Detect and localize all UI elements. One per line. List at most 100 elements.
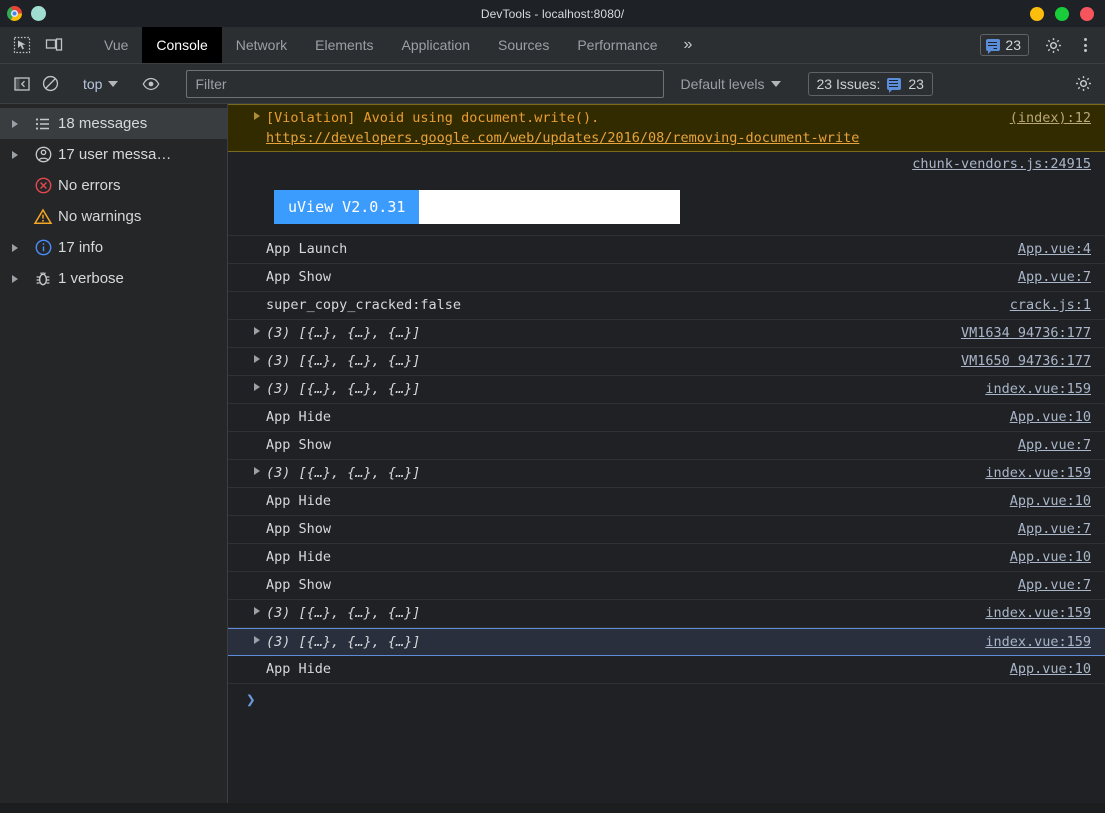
tab-application[interactable]: Application	[387, 27, 484, 63]
tab-label: Elements	[315, 37, 374, 53]
tab-network[interactable]: Network	[222, 27, 301, 63]
disclosure-triangle-icon[interactable]	[228, 351, 266, 363]
disclosure-triangle-icon[interactable]	[228, 463, 266, 475]
disclosure-triangle-icon[interactable]	[228, 632, 266, 644]
warning-message-text: [Violation] Avoid using document.write()…	[266, 108, 1000, 148]
more-tabs-icon[interactable]: »	[672, 27, 705, 63]
disclosure-triangle-icon[interactable]	[2, 274, 28, 283]
window-footer-strip	[0, 803, 1105, 813]
source-link[interactable]: App.vue:7	[1008, 435, 1105, 455]
source-link[interactable]: index.vue:159	[975, 379, 1105, 399]
console-log-row[interactable]: App Hide App.vue:10	[228, 544, 1105, 572]
gear-icon[interactable]	[1039, 31, 1067, 59]
panel-tabs: Vue Console Network Elements Application…	[90, 27, 704, 63]
disclosure-triangle-icon[interactable]	[228, 603, 266, 615]
source-link[interactable]: crack.js:1	[1000, 295, 1105, 315]
device-toolbar-icon[interactable]	[40, 31, 68, 59]
tab-elements[interactable]: Elements	[301, 27, 387, 63]
tab-vue[interactable]: Vue	[90, 27, 142, 63]
maximize-button[interactable]	[1055, 6, 1069, 21]
kebab-menu-icon[interactable]	[1071, 31, 1099, 59]
tab-sources[interactable]: Sources	[484, 27, 563, 63]
source-link[interactable]: App.vue:10	[1000, 547, 1105, 567]
row-indent	[228, 407, 266, 411]
source-link[interactable]: App.vue:10	[1000, 659, 1105, 679]
console-log-row[interactable]: (3) [{…}, {…}, {…}] index.vue:159	[228, 460, 1105, 488]
console-log-row[interactable]: App Show App.vue:7	[228, 516, 1105, 544]
execution-context-selector[interactable]: top	[77, 74, 124, 94]
source-link[interactable]: App.vue:7	[1008, 575, 1105, 595]
source-link[interactable]: VM1634 94736:177	[951, 323, 1105, 343]
issues-summary-badge[interactable]: 23 Issues: 23	[807, 71, 933, 96]
sidebar-item-user-messages[interactable]: 17 user messa…	[0, 139, 227, 170]
source-link[interactable]: (index):12	[1000, 108, 1105, 128]
source-link[interactable]: App.vue:10	[1000, 491, 1105, 511]
console-log-row[interactable]: App Hide App.vue:10	[228, 656, 1105, 684]
source-link[interactable]: index.vue:159	[975, 632, 1105, 652]
log-text: App Hide	[266, 493, 332, 509]
disclosure-triangle-icon[interactable]	[228, 323, 266, 335]
warning-message-link[interactable]: https://developers.google.com/web/update…	[266, 130, 859, 146]
console-log-row[interactable]: (3) [{…}, {…}, {…}] index.vue:159	[228, 600, 1105, 628]
disclosure-triangle-icon[interactable]	[2, 150, 28, 159]
log-text: (3) [{…}, {…}, {…}]	[266, 353, 421, 369]
close-button[interactable]	[1080, 6, 1094, 21]
source-link[interactable]: App.vue:4	[1008, 239, 1105, 259]
source-link[interactable]: App.vue:10	[1000, 407, 1105, 427]
console-log-row[interactable]: App Hide App.vue:10	[228, 404, 1105, 432]
source-link[interactable]: App.vue:7	[1008, 519, 1105, 539]
log-text: App Show	[266, 437, 332, 453]
console-log-row[interactable]: (3) [{…}, {…}, {…}] VM1650 94736:177	[228, 348, 1105, 376]
disclosure-triangle-icon[interactable]	[228, 108, 266, 120]
log-levels-selector[interactable]: Default levels	[680, 76, 781, 92]
log-text: App Show	[266, 269, 332, 285]
console-log-row[interactable]: App Show App.vue:7	[228, 572, 1105, 600]
console-prompt[interactable]: ❯	[228, 684, 1105, 714]
row-indent	[228, 267, 266, 271]
sidebar-item-label: 17 info	[58, 239, 104, 256]
tab-console[interactable]: Console	[142, 27, 222, 63]
window-title: DevTools - localhost:8080/	[480, 6, 625, 21]
clear-console-icon[interactable]	[36, 70, 64, 98]
console-warning-message[interactable]: [Violation] Avoid using document.write()…	[228, 104, 1105, 152]
sidebar-item-label: 18 messages	[58, 115, 148, 132]
inspect-element-icon[interactable]	[8, 31, 36, 59]
more-tabs-label: »	[683, 36, 693, 53]
console-toolbar: top Default levels 23 Issues: 23	[0, 64, 1105, 104]
console-log-row[interactable]: App Show App.vue:7	[228, 432, 1105, 460]
disclosure-triangle-icon[interactable]	[2, 119, 28, 128]
console-log-row-selected[interactable]: (3) [{…}, {…}, {…}] index.vue:159	[228, 628, 1105, 656]
source-link[interactable]: App.vue:7	[1008, 267, 1105, 287]
disclosure-triangle-icon[interactable]	[2, 243, 28, 252]
issues-badge[interactable]: 23	[980, 34, 1029, 56]
sidebar-item-errors[interactable]: No errors	[0, 170, 227, 201]
source-link[interactable]: index.vue:159	[975, 603, 1105, 623]
sidebar-item-info[interactable]: 17 info	[0, 232, 227, 263]
console-uview-message[interactable]: chunk-vendors.js:24915 uView V2.0.31	[228, 152, 1105, 236]
sidebar-item-verbose[interactable]: 1 verbose	[0, 263, 227, 294]
uview-badge-label: uView V2.0.31	[274, 190, 420, 224]
source-link[interactable]: index.vue:159	[975, 463, 1105, 483]
bug-verbose-icon	[28, 269, 58, 288]
console-log-row[interactable]: App Launch App.vue:4	[228, 236, 1105, 264]
gear-icon[interactable]	[1069, 70, 1097, 98]
minimize-button[interactable]	[1030, 6, 1044, 21]
console-sidebar-toggle-icon[interactable]	[8, 70, 36, 98]
row-indent	[228, 435, 266, 439]
console-log-row[interactable]: (3) [{…}, {…}, {…}] index.vue:159	[228, 376, 1105, 404]
filter-input[interactable]	[186, 69, 665, 98]
source-link[interactable]: VM1650 94736:177	[951, 351, 1105, 371]
sidebar-item-messages[interactable]: 18 messages	[0, 108, 227, 139]
profile-avatar-icon[interactable]	[31, 6, 46, 21]
disclosure-triangle-icon[interactable]	[228, 379, 266, 391]
console-log-row[interactable]: super_copy_cracked:false crack.js:1	[228, 292, 1105, 320]
console-log-row[interactable]: App Show App.vue:7	[228, 264, 1105, 292]
devtools-tabbar: Vue Console Network Elements Application…	[0, 27, 1105, 64]
live-expression-eye-icon[interactable]	[137, 70, 165, 98]
sidebar-item-warnings[interactable]: No warnings	[0, 201, 227, 232]
tab-performance[interactable]: Performance	[563, 27, 671, 63]
source-link[interactable]: chunk-vendors.js:24915	[912, 156, 1091, 172]
error-circle-icon	[28, 176, 58, 195]
console-log-row[interactable]: (3) [{…}, {…}, {…}] VM1634 94736:177	[228, 320, 1105, 348]
console-log-row[interactable]: App Hide App.vue:10	[228, 488, 1105, 516]
